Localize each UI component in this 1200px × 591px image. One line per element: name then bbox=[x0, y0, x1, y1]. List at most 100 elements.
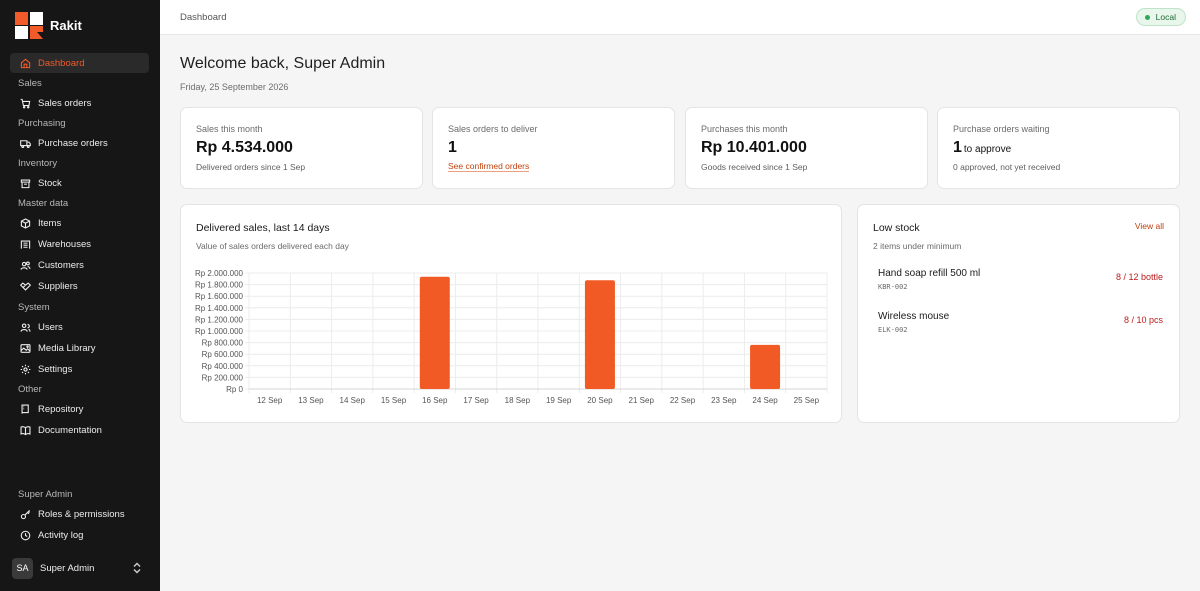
breadcrumb[interactable]: Dashboard bbox=[180, 12, 226, 23]
sales-chart-card: Rp 0 Rp 200.000 Rp 400.000 Rp 600.000 Rp 800… bbox=[180, 204, 842, 423]
sidebar-item-warehouses[interactable]: Warehouses bbox=[10, 234, 149, 254]
gear-icon bbox=[19, 363, 31, 375]
bar[interactable] bbox=[750, 344, 781, 389]
sidebar-section-label: System bbox=[18, 302, 50, 313]
sidebar-item-label: Items bbox=[38, 217, 62, 229]
sidebar-item-label: Dashboard bbox=[38, 57, 85, 69]
item-name: Wireless mouse bbox=[878, 311, 950, 322]
sidebar-item-label: Warehouses bbox=[38, 238, 91, 250]
low-stock-item[interactable]: Wireless mouse ELK-002 8 / 10 pcs bbox=[878, 311, 1163, 341]
stat-value: Rp 10.401.000 bbox=[701, 139, 807, 156]
sidebar-item-repository[interactable]: Repository bbox=[10, 399, 149, 419]
sidebar-item-dashboard[interactable]: Dashboard bbox=[10, 53, 149, 73]
sidebar-item-purchase-orders[interactable]: Purchase orders bbox=[10, 133, 149, 153]
user-menu[interactable]: SA Super Admin bbox=[10, 557, 150, 579]
sidebar-item-settings[interactable]: Settings bbox=[10, 359, 149, 379]
sidebar-item-customers[interactable]: Customers bbox=[10, 255, 149, 275]
sidebar-item-sales-orders[interactable]: Sales orders bbox=[10, 93, 149, 113]
status-dot-icon bbox=[1144, 14, 1150, 20]
low-stock-card: Low stock View all 2 items under minimum… bbox=[857, 204, 1180, 423]
x-tick-label: 14 Sep bbox=[340, 396, 366, 405]
page-title: Welcome back, Super Admin bbox=[180, 55, 386, 72]
warehouse-icon bbox=[19, 238, 31, 250]
chevron-up-down-icon bbox=[133, 562, 141, 574]
sidebar-item-label: Settings bbox=[38, 363, 73, 375]
user-name: Super Admin bbox=[40, 562, 95, 574]
sidebar-item-label: Media Library bbox=[38, 342, 96, 354]
x-tick-label: 24 Sep bbox=[752, 396, 778, 405]
stat-value-suffix: to approve bbox=[963, 144, 1012, 155]
book-icon bbox=[19, 424, 31, 436]
x-tick-label: 18 Sep bbox=[505, 396, 531, 405]
low-stock-title: Low stock bbox=[873, 222, 920, 234]
handshake-icon bbox=[19, 280, 31, 292]
sidebar-item-users[interactable]: Users bbox=[10, 317, 149, 337]
sidebar-item-label: Roles & permissions bbox=[38, 508, 125, 520]
sidebar-section-label: Sales bbox=[18, 78, 42, 89]
repository-icon bbox=[19, 403, 31, 415]
environment-label: Local bbox=[1155, 12, 1176, 22]
sidebar-section-label: Purchasing bbox=[18, 118, 66, 129]
sidebar-item-label: Sales orders bbox=[38, 97, 92, 109]
x-tick-label: 12 Sep bbox=[257, 396, 283, 405]
page-date: Friday, 25 September 2026 bbox=[180, 82, 289, 92]
stat-value-number: 1 bbox=[953, 139, 962, 156]
stat-label: Sales orders to deliver bbox=[448, 124, 538, 134]
bar[interactable] bbox=[584, 280, 615, 389]
x-tick-label: 16 Sep bbox=[422, 396, 448, 405]
y-tick-label: Rp 400.000 bbox=[202, 362, 244, 371]
y-tick-label: Rp 800.000 bbox=[202, 339, 244, 348]
stat-subtext: Goods received since 1 Sep bbox=[701, 162, 808, 172]
sidebar-item-media-library[interactable]: Media Library bbox=[10, 338, 149, 358]
stat-card-purchases: Purchases this month Rp 10.401.000 Goods… bbox=[685, 107, 928, 189]
sidebar-item-label: Documentation bbox=[38, 424, 102, 436]
brand[interactable]: Rakit bbox=[15, 12, 82, 39]
item-stock-level: 8 / 10 pcs bbox=[1123, 315, 1163, 325]
rakit-logo-icon bbox=[15, 12, 43, 39]
chart-subtitle: Value of sales orders delivered each day bbox=[196, 241, 349, 251]
stat-value: Rp 4.534.000 bbox=[196, 139, 293, 156]
item-sku: KBR-002 bbox=[878, 283, 908, 291]
sidebar-item-label: Purchase orders bbox=[38, 137, 108, 149]
sales-bar-chart: Rp 0 Rp 200.000 Rp 400.000 Rp 600.000 Rp 800… bbox=[195, 269, 828, 405]
x-tick-label: 15 Sep bbox=[381, 396, 407, 405]
x-tick-label: 23 Sep bbox=[711, 396, 737, 405]
sidebar-item-documentation[interactable]: Documentation bbox=[10, 420, 149, 440]
stat-label: Sales this month bbox=[196, 124, 263, 134]
sidebar-section-label: Inventory bbox=[18, 158, 58, 169]
home-icon bbox=[19, 57, 31, 69]
customers-icon bbox=[19, 259, 31, 271]
sidebar-item-suppliers[interactable]: Suppliers bbox=[10, 276, 149, 296]
sidebar-item-label: Activity log bbox=[38, 529, 84, 541]
x-tick-label: 13 Sep bbox=[298, 396, 324, 405]
x-tick-label: 19 Sep bbox=[546, 396, 572, 405]
chart-title: Delivered sales, last 14 days bbox=[196, 222, 330, 234]
y-tick-label: Rp 1.800.000 bbox=[195, 281, 244, 290]
stat-value: 1 to approve bbox=[953, 139, 1011, 157]
cube-icon bbox=[19, 217, 31, 229]
stat-card-orders-to-deliver: Sales orders to deliver 1 See confirmed … bbox=[432, 107, 675, 189]
stat-card-purchase-orders-waiting: Purchase orders waiting 1 to approve 0 ap… bbox=[937, 107, 1180, 189]
stat-subtext: 0 approved, not yet received bbox=[953, 162, 1061, 172]
bar[interactable] bbox=[419, 276, 450, 389]
y-tick-label: Rp 1.600.000 bbox=[195, 292, 244, 301]
see-confirmed-orders-link[interactable]: See confirmed orders bbox=[448, 161, 530, 172]
users-icon bbox=[19, 321, 31, 333]
x-tick-label: 25 Sep bbox=[794, 396, 820, 405]
stat-card-sales: Sales this month Rp 4.534.000 Delivered … bbox=[180, 107, 423, 189]
sidebar-item-roles-permissions[interactable]: Roles & permissions bbox=[10, 504, 149, 524]
sidebar-item-label: Suppliers bbox=[38, 280, 78, 292]
sidebar-item-stock[interactable]: Stock bbox=[10, 173, 149, 193]
y-tick-label: Rp 200.000 bbox=[202, 373, 244, 382]
y-tick-label: Rp 2.000.000 bbox=[195, 269, 244, 278]
x-tick-label: 17 Sep bbox=[463, 396, 489, 405]
sidebar-item-activity-log[interactable]: Activity log bbox=[10, 525, 149, 545]
item-sku: ELK-002 bbox=[878, 326, 908, 334]
key-icon bbox=[19, 508, 31, 520]
sidebar-item-label: Stock bbox=[38, 177, 62, 189]
low-stock-item[interactable]: Hand soap refill 500 ml KBR-002 8 / 12 b… bbox=[878, 268, 1163, 298]
box-icon bbox=[19, 177, 31, 189]
sidebar-item-items[interactable]: Items bbox=[10, 213, 149, 233]
y-tick-label: Rp 1.200.000 bbox=[195, 315, 244, 324]
view-all-link[interactable]: View all bbox=[1135, 221, 1164, 231]
